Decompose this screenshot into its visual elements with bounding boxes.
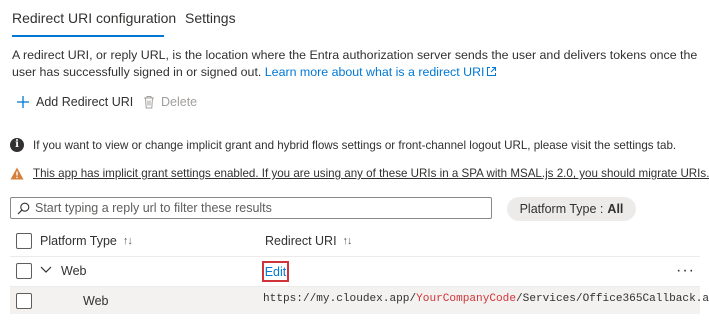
info-icon: i <box>10 138 24 152</box>
sort-icon: ↑↓ <box>122 235 133 247</box>
external-link-icon <box>487 67 497 76</box>
delete-label: Delete <box>161 95 198 109</box>
platform-type-value: All <box>607 202 624 216</box>
info-message-bar: i If you want to view or change implicit… <box>10 138 676 152</box>
row-checkbox[interactable] <box>16 293 32 309</box>
warning-icon <box>10 167 24 180</box>
edit-link[interactable]: Edit <box>262 261 289 282</box>
column-header-platform-type[interactable]: Platform Type ↑↓ <box>40 234 133 248</box>
active-tab-indicator <box>12 35 164 37</box>
group-platform-label: Web <box>61 264 87 278</box>
chevron-down-icon[interactable] <box>40 266 52 274</box>
header-divider <box>10 256 700 257</box>
tab-redirect-uri-configuration[interactable]: Redirect URI configuration <box>12 10 176 26</box>
filter-input[interactable] <box>35 201 491 215</box>
platform-type-filter-pill[interactable]: Platform Type : All <box>507 197 636 221</box>
row-platform: Web <box>83 294 109 308</box>
plus-icon <box>17 96 29 108</box>
search-icon <box>17 202 30 214</box>
learn-more-link[interactable]: Learn more about what is a redirect URI <box>265 65 498 79</box>
reply-url-filter[interactable] <box>10 197 492 219</box>
more-options-icon[interactable]: ··· <box>676 262 695 280</box>
trash-icon <box>144 96 154 109</box>
platform-type-label: Platform Type : <box>519 202 604 216</box>
tab-settings[interactable]: Settings <box>185 10 236 26</box>
column-header-redirect-uri[interactable]: Redirect URI ↑↓ <box>265 234 353 248</box>
add-redirect-uri-button[interactable]: Add Redirect URI <box>16 95 133 109</box>
info-message-text: If you want to view or change implicit g… <box>33 138 677 152</box>
sort-icon: ↑↓ <box>342 235 353 247</box>
select-all-checkbox[interactable] <box>16 233 32 249</box>
warning-message-bar: This app has implicit grant settings ena… <box>10 167 709 180</box>
row-redirect-uri: https://my.cloudex.app/YourCompanyCode/S… <box>263 293 709 305</box>
redirect-uri-description: A redirect URI, or reply URL, is the loc… <box>12 47 702 81</box>
delete-button[interactable]: Delete <box>143 95 197 109</box>
group-row-checkbox[interactable] <box>16 263 32 279</box>
add-redirect-uri-label: Add Redirect URI <box>36 95 134 109</box>
migrate-uris-link[interactable]: This app has implicit grant settings ena… <box>33 167 709 180</box>
